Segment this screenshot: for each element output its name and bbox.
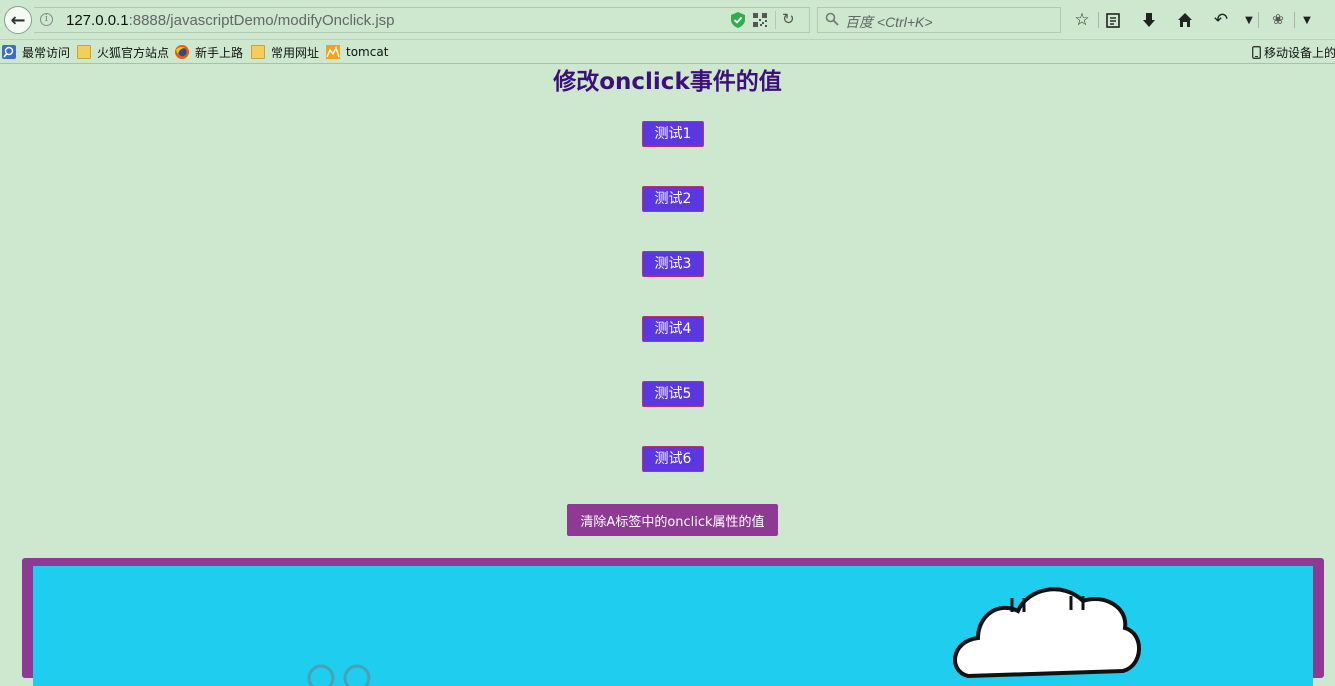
bookmarks-bar: 最常访问 火狐官方站点 新手上路 常用网址 tomcat 移动设备上的 [0,40,1335,64]
back-button[interactable]: ← [4,6,32,34]
page-title: 修改onclick事件的值 [553,69,782,95]
search-placeholder: 百度 <Ctrl+K> [845,14,933,30]
url-path: :8888/javascriptDemo/modifyOnclick.jsp [128,12,395,29]
star-icon[interactable]: ☆ [1071,9,1093,31]
test-link-1[interactable]: 测试1 [642,121,704,147]
reading-list-icon[interactable] [1102,9,1124,31]
addon-icon[interactable]: ❀ [1267,9,1289,31]
reload-icon[interactable]: ↻ [782,10,795,28]
arrow-down-icon [1143,13,1155,27]
bookmark-label: 移动设备上的 [1264,45,1335,60]
folder-icon [251,45,265,59]
url-separator [775,11,776,29]
download-icon[interactable] [1138,9,1160,31]
firefox-icon [175,45,189,59]
bookmark-mobile[interactable]: 移动设备上的 [1252,43,1335,61]
cartoon-image [33,566,1313,686]
tomcat-icon [326,45,340,59]
test-link-2[interactable]: 测试2 [642,186,704,212]
most-visited-icon [2,45,16,59]
image-frame [22,558,1324,686]
url-text[interactable]: 127.0.0.1:8888/javascriptDemo/modifyOncl… [66,12,395,29]
info-icon[interactable]: i [40,13,53,26]
bookmark-common-sites[interactable]: 常用网址 [251,43,319,61]
toolbar-separator [1258,12,1259,28]
bookmark-label: 常用网址 [271,45,320,60]
bookmark-firefox-official[interactable]: 火狐官方站点 [77,43,169,61]
folder-icon [77,45,91,59]
browser-toolbar: ← i 127.0.0.1:8888/javascriptDemo/modify… [0,0,1335,40]
test-link-6[interactable]: 测试6 [642,446,704,472]
chevron-down-icon[interactable]: ▼ [1238,9,1260,31]
qr-code-icon[interactable] [753,13,767,27]
test-link-4[interactable]: 测试4 [642,316,704,342]
arrow-left-icon: ← [10,9,26,31]
clipboard-icon [1106,13,1120,28]
test-link-3[interactable]: 测试3 [642,251,704,277]
bookmark-label: tomcat [346,45,389,59]
house-icon [1178,13,1192,27]
url-bar[interactable]: i 127.0.0.1:8888/javascriptDemo/modifyOn… [34,7,810,33]
bookmark-label: 火狐官方站点 [97,45,170,60]
cloud-illustration [307,587,1141,686]
home-icon[interactable] [1174,9,1196,31]
bookmark-most-visited[interactable]: 最常访问 [2,43,70,61]
toolbar-separator [1098,12,1099,28]
menu-chevron-icon[interactable]: ▼ [1296,9,1318,31]
search-bar[interactable]: 百度 <Ctrl+K> [817,7,1061,33]
clear-onclick-button[interactable]: 清除A标签中的onclick属性的值 [567,504,778,536]
bookmark-getting-started[interactable]: 新手上路 [175,43,243,61]
bookmark-tomcat[interactable]: tomcat [326,43,388,61]
bookmark-label: 新手上路 [195,45,244,60]
undo-icon[interactable]: ↶ [1210,9,1232,31]
url-host: 127.0.0.1 [66,12,129,29]
bookmark-label: 最常访问 [22,45,71,60]
shield-icon[interactable] [731,12,745,28]
mobile-device-icon [1252,45,1261,59]
test-link-5[interactable]: 测试5 [642,381,704,407]
search-icon [825,12,839,26]
toolbar-separator [1294,12,1295,28]
